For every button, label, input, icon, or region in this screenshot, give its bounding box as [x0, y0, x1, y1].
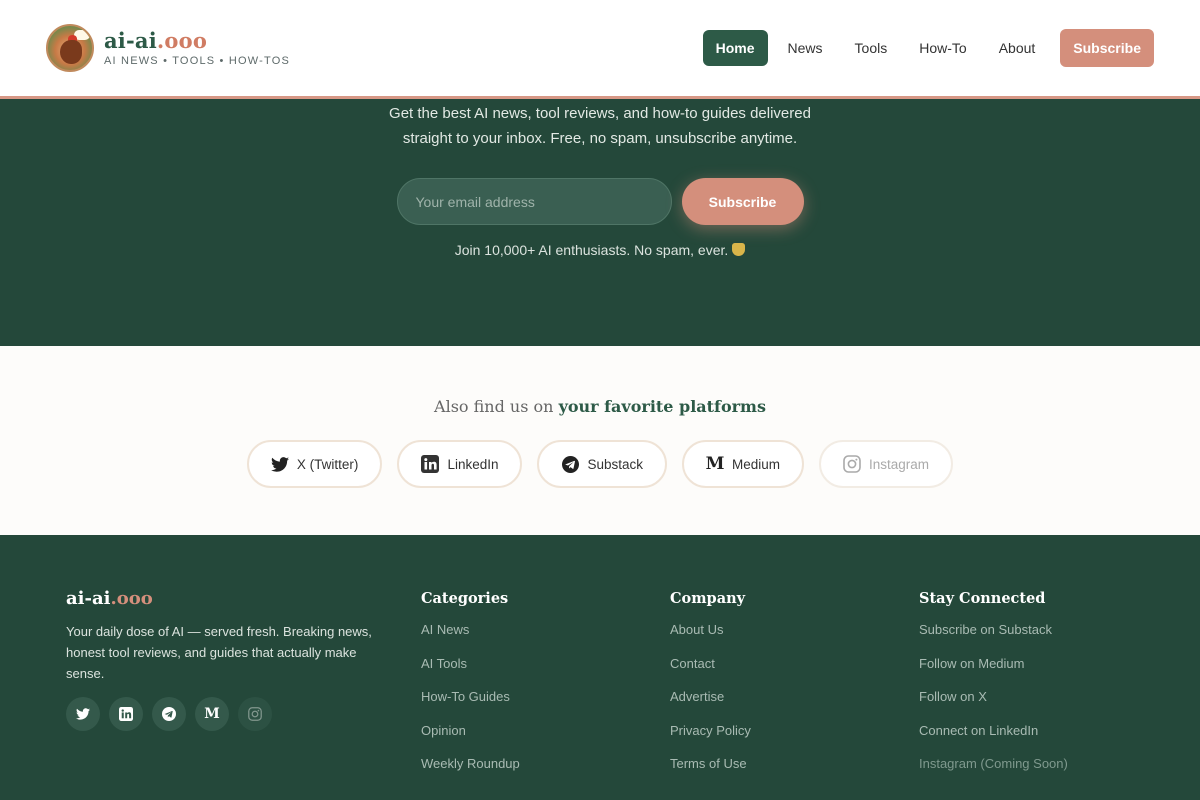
newsletter-form: Subscribe: [0, 178, 1200, 225]
footer-column-company: Company About Us Contact Advertise Priva…: [670, 590, 751, 790]
platforms-title: Also find us on your favorite platforms: [0, 397, 1200, 416]
newsletter-note: Join 10,000+ AI enthusiasts. No spam, ev…: [0, 242, 1200, 258]
newsletter-subscribe-button[interactable]: Subscribe: [681, 178, 804, 225]
shield-icon: [732, 243, 746, 256]
twitter-icon: [270, 455, 289, 473]
footer-link-about-us[interactable]: About Us: [670, 622, 751, 656]
platform-instagram-label: Instagram: [869, 456, 930, 472]
footer-description: Your daily dose of AI — served fresh. Br…: [66, 624, 372, 681]
platform-linkedin-label: LinkedIn: [447, 456, 499, 472]
email-input[interactable]: [396, 178, 672, 225]
footer-link-terms-of-use[interactable]: Terms of Use: [670, 756, 751, 790]
footer-column-title: Company: [670, 590, 746, 607]
site-header: ai-ai.ooo AI NEWS • TOOLS • HOW-TOS Home…: [0, 0, 1200, 99]
footer-brand-main: ai-ai: [66, 588, 111, 609]
newsletter-description-line-2: straight to your inbox. Free, no spam, u…: [402, 130, 798, 147]
footer-link-advertise[interactable]: Advertise: [670, 689, 751, 723]
platform-buttons: X (Twitter) LinkedIn Substack M Medium I…: [0, 440, 1200, 488]
platform-medium-button[interactable]: M Medium: [682, 440, 805, 488]
platform-instagram-button[interactable]: Instagram: [819, 440, 954, 488]
platforms-section: Also find us on your favorite platforms …: [0, 346, 1200, 535]
footer-column-title: Stay Connected: [919, 590, 1046, 607]
newsletter-description: Get the best AI news, tool reviews, and …: [0, 101, 1200, 151]
platform-substack-label: Substack: [587, 456, 644, 472]
footer-link-x[interactable]: Follow on X: [919, 689, 1068, 723]
footer-linkedin-icon[interactable]: [109, 697, 143, 731]
platform-substack-button[interactable]: Substack: [537, 440, 668, 488]
footer-column-categories: Categories AI News AI Tools How-To Guide…: [421, 590, 520, 790]
platforms-title-prefix: Also find us on: [434, 397, 554, 416]
platform-x-label: X (Twitter): [296, 456, 359, 472]
nav-home[interactable]: Home: [702, 30, 768, 66]
linkedin-icon: [421, 455, 440, 473]
footer-link-medium[interactable]: Follow on Medium: [919, 656, 1068, 690]
footer-medium-icon[interactable]: M: [195, 697, 229, 731]
newsletter-note-text: Join 10,000+ AI enthusiasts. No spam, ev…: [454, 242, 729, 258]
footer-link-contact[interactable]: Contact: [670, 656, 751, 690]
footer-link-ai-news[interactable]: AI News: [421, 622, 520, 656]
site-footer: ai-ai.ooo Your daily dose of AI — served…: [0, 535, 1200, 800]
footer-column-stay-connected: Stay Connected Subscribe on Substack Fol…: [919, 590, 1068, 790]
newsletter-description-line-1: Get the best AI news, tool reviews, and …: [389, 105, 811, 122]
newsletter-section: Get the best AI news, tool reviews, and …: [0, 99, 1200, 346]
footer-link-weekly-roundup[interactable]: Weekly Roundup: [421, 756, 520, 790]
footer-instagram-icon[interactable]: [238, 697, 272, 731]
footer-link-how-to-guides[interactable]: How-To Guides: [421, 689, 520, 723]
footer-social-links: M: [66, 697, 272, 731]
logo-rooster: [60, 40, 82, 64]
nav-about[interactable]: About: [987, 30, 1048, 66]
footer-link-ai-tools[interactable]: AI Tools: [421, 656, 520, 690]
platforms-title-bold: your favorite platforms: [558, 397, 766, 416]
footer-column-title: Categories: [421, 590, 509, 607]
main-nav: Home News Tools How-To About Subscribe: [695, 29, 1154, 67]
footer-link-privacy-policy[interactable]: Privacy Policy: [670, 723, 751, 757]
logo-title: ai-ai.ooo: [104, 28, 208, 53]
footer-link-opinion[interactable]: Opinion: [421, 723, 520, 757]
header-subscribe-button[interactable]: Subscribe: [1060, 29, 1154, 67]
footer-link-substack[interactable]: Subscribe on Substack: [919, 622, 1068, 656]
footer-telegram-icon[interactable]: [152, 697, 186, 731]
telegram-icon: [561, 455, 579, 473]
footer-brand-accent: .ooo: [110, 588, 153, 609]
medium-icon: M: [705, 454, 725, 474]
logo-text[interactable]: ai-ai.ooo AI NEWS • TOOLS • HOW-TOS: [104, 28, 291, 68]
nav-how-to[interactable]: How-To: [907, 30, 978, 66]
logo-subtitle: AI NEWS • TOOLS • HOW-TOS: [104, 55, 291, 67]
platform-medium-label: Medium: [732, 456, 781, 472]
footer-link-linkedin[interactable]: Connect on LinkedIn: [919, 723, 1068, 757]
footer-twitter-icon[interactable]: [66, 697, 100, 731]
instagram-icon: [843, 455, 861, 473]
footer-link-instagram[interactable]: Instagram (Coming Soon): [919, 756, 1068, 790]
platform-x-button[interactable]: X (Twitter): [246, 440, 383, 488]
nav-news[interactable]: News: [776, 30, 835, 66]
platform-linkedin-button[interactable]: LinkedIn: [397, 440, 523, 488]
nav-tools[interactable]: Tools: [843, 30, 900, 66]
logo-image[interactable]: [46, 24, 94, 72]
footer-brand[interactable]: ai-ai.ooo: [66, 588, 153, 609]
